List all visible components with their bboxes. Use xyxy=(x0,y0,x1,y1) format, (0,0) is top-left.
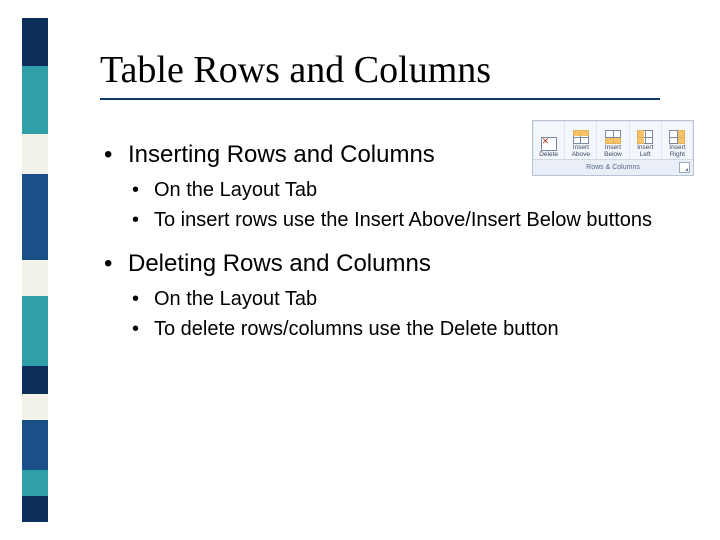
sub-bullet: To insert rows use the Insert Above/Inse… xyxy=(128,208,695,234)
title-underline xyxy=(100,98,660,100)
bullet-inserting-text: Inserting Rows and Columns xyxy=(128,141,435,168)
sub-bullet: On the Layout Tab xyxy=(128,287,695,313)
slide-content: Table Rows and Columns Inserting Rows an… xyxy=(100,48,695,358)
slide-title: Table Rows and Columns xyxy=(100,48,695,92)
bullet-deleting-text: Deleting Rows and Columns xyxy=(128,250,431,277)
sub-bullet: On the Layout Tab xyxy=(128,178,695,204)
sub-bullet: To delete rows/columns use the Delete bu… xyxy=(128,317,695,343)
bullet-deleting: Deleting Rows and Columns On the Layout … xyxy=(100,249,695,342)
bullet-inserting: Inserting Rows and Columns On the Layout… xyxy=(100,140,695,233)
slide-accent-bar xyxy=(22,18,48,522)
